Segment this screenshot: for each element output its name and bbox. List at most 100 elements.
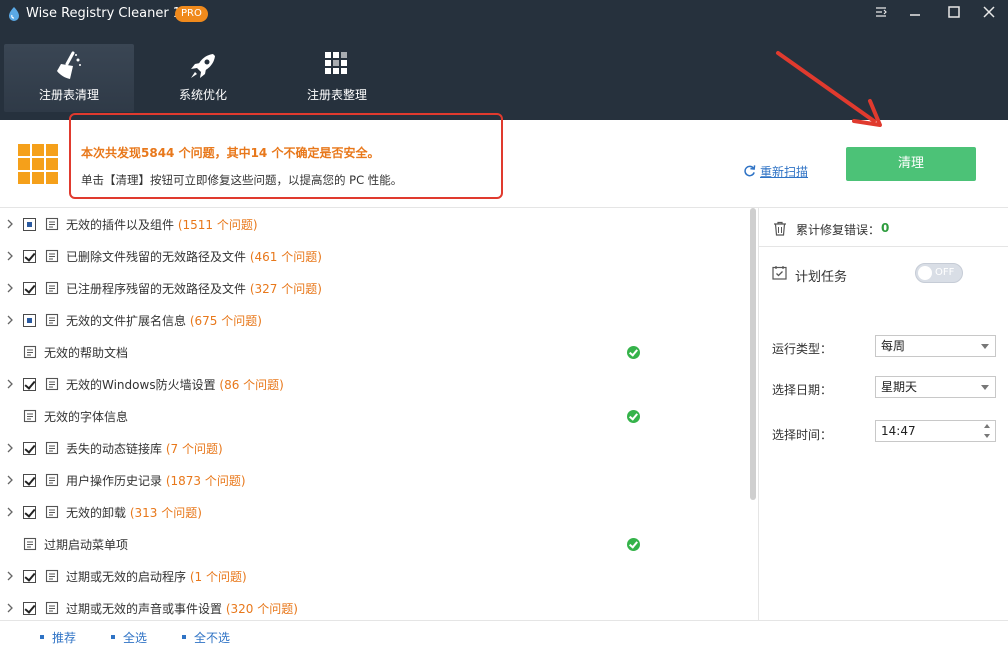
issue-category-list: 无效的插件以及组件 (1511 个问题) 已删除文件残留的无效路径及文件 (461… (0, 208, 758, 620)
item-label-text: 无效的字体信息 (44, 410, 128, 424)
chevron-right-icon[interactable] (6, 314, 14, 326)
clean-button[interactable]: 清理 (846, 147, 976, 181)
chevron-right-icon[interactable] (6, 282, 14, 294)
item-count: (675 个问题) (190, 314, 262, 328)
tab-registry-defrag[interactable]: 注册表整理 (272, 44, 402, 112)
list-item[interactable]: 无效的文件扩展名信息 (675 个问题) (0, 304, 740, 336)
list-item[interactable]: 丢失的动态链接库 (7 个问题) (0, 432, 740, 464)
check-circle-icon (627, 410, 640, 423)
item-label-text: 无效的文件扩展名信息 (66, 314, 186, 328)
calendar-check-icon (772, 265, 787, 280)
item-count: (7 个问题) (166, 442, 223, 456)
list-item[interactable]: 无效的帮助文档 (0, 336, 740, 368)
date-select[interactable]: 星期天 (875, 376, 996, 398)
item-label-text: 无效的插件以及组件 (66, 218, 174, 232)
minimize-icon (908, 5, 922, 19)
menu-button[interactable] (864, 0, 898, 24)
item-label: 无效的卸载 (313 个问题) (66, 504, 202, 521)
item-label-text: 无效的卸载 (66, 506, 126, 520)
category-icon (45, 569, 59, 583)
repair-errors-count: 0 (881, 221, 889, 235)
item-count: (461 个问题) (250, 250, 322, 264)
list-scrollbar[interactable] (750, 208, 756, 500)
tab-label: 注册表整理 (272, 86, 402, 103)
item-checkbox[interactable] (23, 314, 36, 327)
list-item[interactable]: 过期或无效的声音或事件设置 (320 个问题) (0, 592, 740, 620)
bullet-icon (182, 635, 186, 639)
item-label-text: 已删除文件残留的无效路径及文件 (66, 250, 246, 264)
date-label: 选择日期： (772, 381, 832, 398)
divider (759, 246, 1008, 247)
recommend-link[interactable]: 推荐 (52, 629, 76, 646)
pro-badge: PRO (175, 6, 208, 22)
time-label: 选择时间： (772, 426, 832, 443)
chevron-right-icon[interactable] (6, 474, 14, 486)
list-item[interactable]: 用户操作历史记录 (1873 个问题) (0, 464, 740, 496)
run-type-select[interactable]: 每周 (875, 335, 996, 357)
item-checkbox[interactable] (23, 602, 36, 615)
item-label: 已删除文件残留的无效路径及文件 (461 个问题) (66, 248, 322, 265)
item-label: 无效的文件扩展名信息 (675 个问题) (66, 312, 262, 329)
time-spinner[interactable]: 14:47 (875, 420, 996, 442)
chevron-right-icon[interactable] (6, 442, 14, 454)
app-title: Wise Registry Cleaner 11 (26, 6, 189, 21)
toggle-knob (918, 266, 932, 280)
item-checkbox[interactable] (23, 570, 36, 583)
list-item[interactable]: 无效的插件以及组件 (1511 个问题) (0, 208, 740, 240)
rocket-icon (187, 50, 219, 82)
list-item[interactable]: 无效的字体信息 (0, 400, 740, 432)
category-icon (45, 473, 59, 487)
list-item[interactable]: 无效的卸载 (313 个问题) (0, 496, 740, 528)
chevron-right-icon[interactable] (6, 378, 14, 390)
blocks-icon (323, 50, 351, 78)
item-label: 过期启动菜单项 (44, 536, 128, 553)
select-none-link[interactable]: 全不选 (194, 629, 230, 646)
repair-errors-label: 累计修复错误： (796, 221, 880, 238)
scan-summary: 本次共发现5844 个问题，其中14 个不确定是否安全。 单击【清理】按钮可立即… (0, 120, 1008, 208)
item-checkbox[interactable] (23, 282, 36, 295)
run-type-value: 每周 (881, 339, 905, 353)
item-checkbox[interactable] (23, 218, 36, 231)
item-checkbox[interactable] (23, 442, 36, 455)
chevron-right-icon[interactable] (6, 570, 14, 582)
minimize-button[interactable] (898, 0, 932, 24)
rescan-link[interactable]: 重新扫描 (760, 163, 808, 180)
check-circle-icon (627, 538, 640, 551)
time-value: 14:47 (881, 424, 916, 438)
list-item[interactable]: 过期启动菜单项 (0, 528, 740, 560)
item-checkbox[interactable] (23, 250, 36, 263)
app-logo-icon (6, 6, 22, 22)
bullet-icon (40, 635, 44, 639)
list-item[interactable]: 过期或无效的启动程序 (1 个问题) (0, 560, 740, 592)
item-label: 已注册程序残留的无效路径及文件 (327 个问题) (66, 280, 322, 297)
schedule-toggle[interactable]: OFF (915, 263, 963, 283)
spin-up-icon[interactable] (984, 424, 990, 428)
list-item[interactable]: 已删除文件残留的无效路径及文件 (461 个问题) (0, 240, 740, 272)
item-checkbox[interactable] (23, 506, 36, 519)
run-type-label: 运行类型： (772, 340, 832, 357)
item-label: 无效的字体信息 (44, 408, 128, 425)
spin-down-icon[interactable] (984, 434, 990, 438)
chevron-right-icon[interactable] (6, 218, 14, 230)
broom-icon (53, 50, 85, 82)
tab-registry-clean[interactable]: 注册表清理 (4, 44, 134, 112)
tab-label: 系统优化 (138, 86, 268, 103)
list-item[interactable]: 无效的Windows防火墙设置 (86 个问题) (0, 368, 740, 400)
item-label: 过期或无效的启动程序 (1 个问题) (66, 568, 247, 585)
menu-icon (874, 5, 888, 19)
chevron-right-icon[interactable] (6, 602, 14, 614)
select-all-link[interactable]: 全选 (123, 629, 147, 646)
chevron-right-icon[interactable] (6, 250, 14, 262)
list-item[interactable]: 已注册程序残留的无效路径及文件 (327 个问题) (0, 272, 740, 304)
item-checkbox[interactable] (23, 474, 36, 487)
chevron-right-icon[interactable] (6, 506, 14, 518)
category-icon (45, 217, 59, 231)
tab-system-optimize[interactable]: 系统优化 (138, 44, 268, 112)
maximize-button[interactable] (937, 0, 971, 24)
close-button[interactable] (972, 0, 1006, 24)
title-bar: Wise Registry Cleaner 11 PRO (0, 0, 1008, 28)
item-count: (327 个问题) (250, 282, 322, 296)
issues-found-text: 本次共发现5844 个问题，其中14 个不确定是否安全。 (81, 144, 379, 161)
item-label-text: 过期或无效的启动程序 (66, 570, 186, 584)
item-checkbox[interactable] (23, 378, 36, 391)
